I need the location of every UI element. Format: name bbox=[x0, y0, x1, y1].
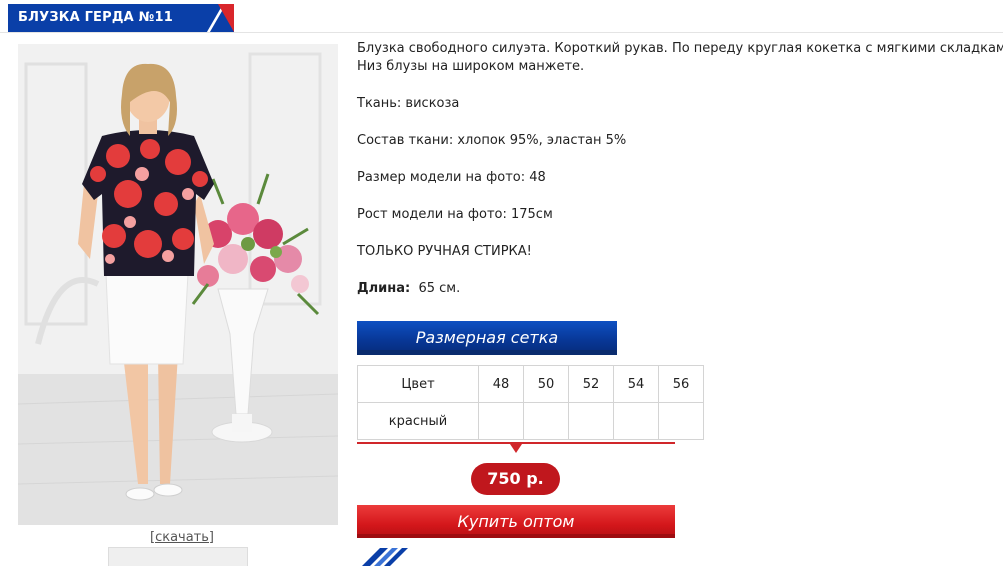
price-pointer-icon bbox=[510, 444, 522, 453]
size-cell[interactable] bbox=[613, 402, 659, 440]
description-line-1: Блузка свободного силуэта. Короткий рука… bbox=[357, 41, 1003, 56]
product-description: Блузка свободного силуэта. Короткий рука… bbox=[357, 40, 1003, 298]
composition-text: Состав ткани: хлопок 95%, эластан 5% bbox=[357, 133, 627, 148]
buy-wholesale-button[interactable]: Купить оптом bbox=[357, 505, 675, 538]
size-header-56: 56 bbox=[658, 365, 704, 403]
size-header-50: 50 bbox=[523, 365, 569, 403]
title-divider bbox=[0, 32, 1003, 33]
table-row: красный bbox=[357, 402, 704, 440]
size-header-48: 48 bbox=[478, 365, 524, 403]
length-value: 65 см. bbox=[418, 281, 461, 296]
size-table-header-row: Цвет 48 50 52 54 56 bbox=[357, 365, 704, 403]
size-cell[interactable] bbox=[568, 402, 614, 440]
size-cell[interactable] bbox=[523, 402, 569, 440]
size-header-54: 54 bbox=[613, 365, 659, 403]
title-corner-decoration bbox=[218, 4, 234, 32]
product-photo[interactable] bbox=[18, 44, 338, 525]
price-badge: 750 р. bbox=[471, 463, 560, 495]
size-header-52: 52 bbox=[568, 365, 614, 403]
color-cell: красный bbox=[357, 402, 479, 440]
size-chart-label: Размерная сетка bbox=[415, 328, 559, 347]
model-size-text: Размер модели на фото: 48 bbox=[357, 170, 546, 185]
model-height-text: Рост модели на фото: 175см bbox=[357, 207, 553, 222]
size-chart-button[interactable]: Размерная сетка bbox=[357, 321, 617, 355]
length-text: Длина: 65 см. bbox=[357, 280, 1003, 298]
buy-wholesale-label: Купить оптом bbox=[457, 512, 575, 531]
download-link[interactable]: [скачать] bbox=[150, 530, 214, 545]
product-title-banner: БЛУЗКА ГЕРДА №11 (МАКИ) bbox=[8, 4, 234, 53]
thumbnail-image[interactable] bbox=[108, 547, 248, 566]
description-line-2: Низ блузы на широком манжете. bbox=[357, 59, 585, 74]
brand-logo-icon bbox=[362, 548, 408, 566]
product-photo-illustration bbox=[18, 44, 338, 525]
color-header: Цвет bbox=[357, 365, 479, 403]
size-table: Цвет 48 50 52 54 56 красный bbox=[357, 365, 704, 440]
length-label: Длина: bbox=[357, 281, 411, 296]
size-cell[interactable] bbox=[658, 402, 704, 440]
size-cell[interactable] bbox=[478, 402, 524, 440]
fabric-text: Ткань: вискоза bbox=[357, 96, 460, 111]
care-text: ТОЛЬКО РУЧНАЯ СТИРКА! bbox=[357, 244, 532, 259]
